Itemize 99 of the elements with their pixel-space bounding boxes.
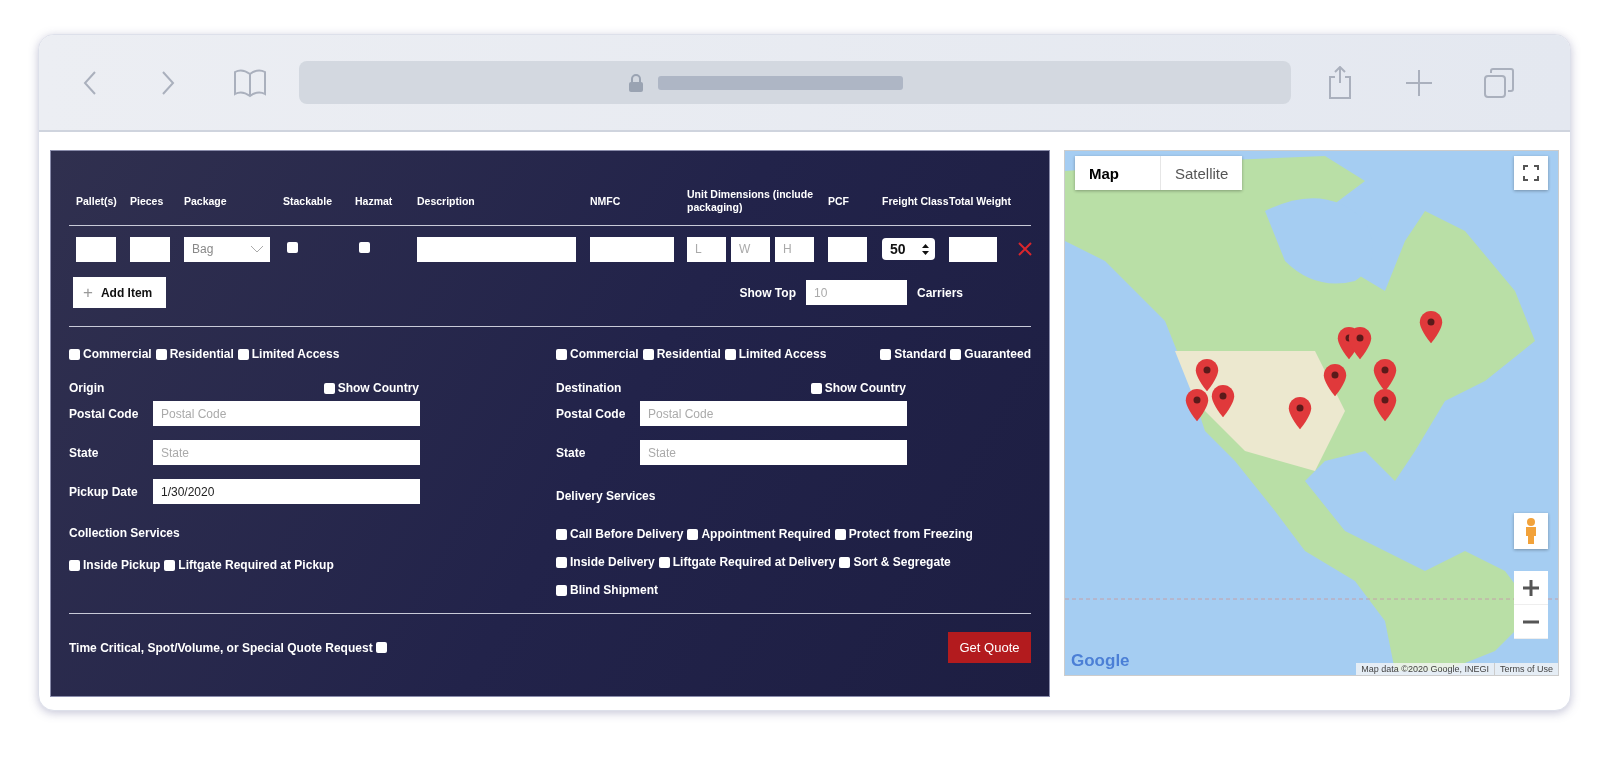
- checkbox-label: Residential: [169, 347, 234, 361]
- section-title: Delivery Services: [556, 489, 657, 503]
- show-top-input[interactable]: 10: [805, 280, 907, 305]
- checkbox[interactable]: [69, 348, 80, 360]
- checkbox[interactable]: [880, 348, 892, 360]
- chevron-icon: [250, 245, 264, 253]
- checkbox[interactable]: [323, 382, 335, 394]
- checkbox[interactable]: [950, 348, 962, 360]
- package-dropdown[interactable]: Bag: [184, 236, 270, 262]
- checkbox-label: Standard: [894, 347, 947, 361]
- pieces-input[interactable]: [130, 236, 170, 262]
- checkbox-label: Protect from Freezing: [848, 527, 973, 541]
- freight-class-select[interactable]: 50: [882, 238, 935, 260]
- get-quote-button[interactable]: Get Quote: [948, 632, 1031, 663]
- column-header: NMFC: [590, 194, 622, 209]
- column-header: Unit Dimensions (include packaging): [687, 188, 814, 215]
- plus-icon: [1523, 579, 1539, 596]
- add-item-button[interactable]: + Add Item: [73, 277, 166, 308]
- column-header: Description: [417, 194, 476, 209]
- minus-icon: [1523, 619, 1539, 624]
- checkbox[interactable]: [724, 348, 736, 360]
- checkbox[interactable]: [556, 348, 567, 360]
- input-field[interactable]: Postal Code: [640, 401, 907, 426]
- column-header: Stackable: [283, 194, 334, 209]
- checkbox[interactable]: [155, 348, 167, 360]
- checkbox-label: Liftgate Required at Delivery: [672, 555, 836, 569]
- checkbox[interactable]: [359, 242, 370, 253]
- checkbox-label: Residential: [656, 347, 721, 361]
- checkbox-label: Sort & Segregate: [853, 555, 951, 569]
- column-header: Pallet(s): [76, 194, 118, 209]
- stepper-icon: [922, 243, 929, 255]
- checkbox[interactable]: [556, 584, 567, 596]
- total-weight-input[interactable]: [949, 236, 997, 262]
- input-field[interactable]: Postal Code: [153, 401, 420, 426]
- field-label: Postal Code: [69, 406, 140, 421]
- checkbox[interactable]: [556, 528, 567, 540]
- zoom-out-button[interactable]: [1514, 605, 1548, 639]
- input-field[interactable]: 1/30/2020: [153, 479, 420, 504]
- input-field[interactable]: State: [153, 440, 420, 465]
- checkbox-label: Show Country: [337, 381, 419, 395]
- checkbox-label: Blind Shipment: [570, 583, 658, 597]
- remove-icon[interactable]: [1018, 242, 1032, 256]
- dimension-input[interactable]: H: [775, 236, 814, 262]
- section-title: Destination: [556, 381, 622, 395]
- description-input[interactable]: [417, 236, 576, 262]
- column-header: Total Weight: [949, 194, 1013, 209]
- checkbox-label: Limited Access: [738, 347, 827, 361]
- field-label: State: [69, 445, 100, 460]
- checkbox[interactable]: [375, 642, 387, 653]
- checkbox[interactable]: [164, 559, 176, 571]
- checkbox[interactable]: [642, 348, 654, 360]
- checkbox-label: Commercial: [83, 347, 152, 361]
- column-header: Hazmat: [355, 194, 394, 209]
- map-attribution: Map data ©2020 Google, INEGI: [1360, 663, 1490, 675]
- pcf-input[interactable]: [828, 236, 867, 262]
- terms-link[interactable]: Terms of Use: [1494, 663, 1558, 675]
- map-logo: Google: [1071, 651, 1130, 671]
- checkbox-label: Time Critical, Spot/Volume, or Special Quote Request: [69, 640, 373, 655]
- pallets-input[interactable]: [76, 236, 116, 262]
- checkbox-label: Guaranteed: [964, 347, 1031, 361]
- checkbox-label: Show Country: [824, 381, 906, 395]
- column-header: Freight Class: [882, 194, 949, 209]
- lock-icon: [627, 72, 644, 93]
- carriers-label: Carriers: [916, 285, 963, 300]
- checkbox-label: Limited Access: [251, 347, 340, 361]
- fullscreen-button[interactable]: [1514, 156, 1548, 190]
- checkbox-label: Appointment Required: [701, 527, 831, 541]
- checkbox-label: Liftgate Required at Pickup: [178, 558, 334, 572]
- checkbox[interactable]: [810, 382, 822, 394]
- dimension-input[interactable]: W: [731, 236, 770, 262]
- field-label: Postal Code: [556, 406, 627, 421]
- input-field[interactable]: State: [640, 440, 907, 465]
- section-title: Collection Services: [69, 526, 181, 540]
- show-top-label: Show Top: [739, 285, 796, 300]
- checkbox-label: Inside Delivery: [570, 555, 655, 569]
- column-header: Package: [184, 194, 228, 209]
- checkbox[interactable]: [556, 556, 567, 568]
- checkbox[interactable]: [69, 559, 80, 571]
- checkbox-label: Inside Pickup: [83, 558, 161, 572]
- dimension-input[interactable]: L: [687, 236, 726, 262]
- checkbox-label: Call Before Delivery: [570, 527, 684, 541]
- map-type-tab[interactable]: Satellite: [1161, 156, 1243, 190]
- column-header: Pieces: [130, 194, 165, 209]
- checkbox[interactable]: [839, 556, 851, 568]
- checkbox[interactable]: [658, 556, 670, 568]
- checkbox[interactable]: [287, 242, 298, 253]
- checkbox-label: Commercial: [570, 347, 639, 361]
- nmfc-input[interactable]: [590, 236, 674, 262]
- map-type-tab[interactable]: Map: [1075, 156, 1161, 190]
- section-title: Origin: [69, 381, 105, 395]
- field-label: Pickup Date: [69, 484, 139, 499]
- checkbox[interactable]: [237, 348, 249, 360]
- fullscreen-icon: [1523, 165, 1539, 181]
- checkbox[interactable]: [687, 528, 699, 540]
- zoom-in-button[interactable]: [1514, 571, 1548, 605]
- checkbox[interactable]: [834, 528, 846, 540]
- column-header: PCF: [828, 194, 850, 209]
- field-label: State: [556, 445, 587, 460]
- person-icon: [1524, 517, 1538, 545]
